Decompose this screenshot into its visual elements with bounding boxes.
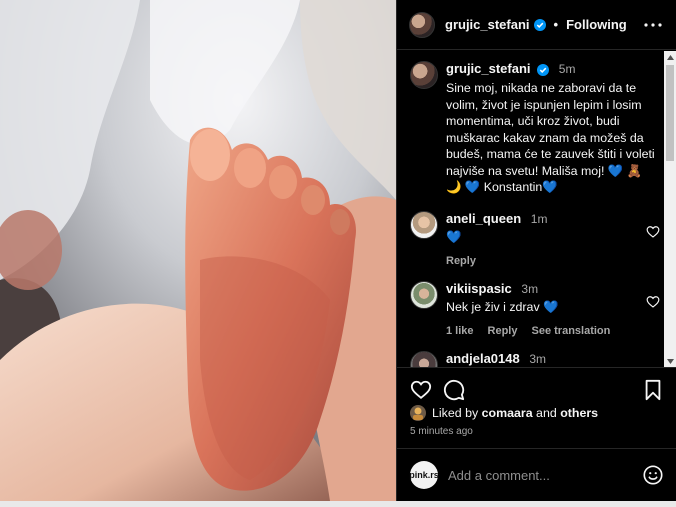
post-header: grujic_stefani • Following bbox=[397, 0, 676, 50]
scroll-down-arrow-icon[interactable] bbox=[664, 355, 676, 367]
post-side-panel: grujic_stefani • Following grujic_stefan… bbox=[396, 0, 676, 501]
liked-by-prefix: Liked by bbox=[432, 406, 479, 420]
emoji-icon[interactable] bbox=[642, 464, 664, 486]
verified-badge-icon bbox=[537, 63, 550, 76]
comment-text: Nek je živ i zdrav 💙 bbox=[446, 300, 559, 314]
comment-item: vikiispasic 3m Nek je živ i zdrav 💙 1 li… bbox=[410, 281, 660, 337]
header-separator: • bbox=[553, 17, 559, 32]
comment-time[interactable]: 3m bbox=[521, 282, 538, 296]
add-comment-input[interactable] bbox=[448, 467, 628, 483]
comment-text: 💙 bbox=[446, 230, 462, 244]
liked-by-user[interactable]: comaara bbox=[482, 406, 533, 420]
comment-like-heart-icon[interactable] bbox=[646, 225, 660, 239]
author-username[interactable]: grujic_stefani bbox=[445, 17, 530, 32]
comments-list[interactable]: grujic_stefani 5m Sine moj, nikada ne za… bbox=[397, 51, 665, 367]
verified-badge-icon bbox=[533, 18, 546, 31]
caption-text: Sine moj, nikada ne zaboravi da te volim… bbox=[446, 81, 659, 194]
author-avatar[interactable] bbox=[409, 11, 435, 38]
comment-reply-link[interactable]: Reply bbox=[488, 325, 518, 337]
following-button[interactable]: Following bbox=[566, 17, 627, 32]
caption-time[interactable]: 5m bbox=[559, 62, 576, 76]
author-info: grujic_stefani • Following bbox=[445, 17, 627, 32]
comment-username[interactable]: vikiispasic bbox=[446, 281, 512, 296]
comment-username[interactable]: andjela0148 bbox=[446, 351, 520, 366]
comment-time[interactable]: 3m bbox=[529, 352, 546, 366]
comment-item: aneli_queen 1m 💙 Reply bbox=[410, 211, 660, 267]
comment-bubble-icon[interactable] bbox=[443, 379, 465, 401]
current-user-avatar: pink.rs bbox=[409, 461, 439, 489]
baby-foot-photo bbox=[0, 0, 396, 501]
liked-by-joiner: and bbox=[536, 406, 557, 420]
post-media-image[interactable] bbox=[0, 0, 396, 501]
bookmark-icon[interactable] bbox=[642, 379, 664, 401]
commenter-avatar[interactable] bbox=[410, 351, 438, 367]
scrollbar-thumb[interactable] bbox=[666, 65, 674, 161]
post-modal: grujic_stefani • Following grujic_stefan… bbox=[0, 0, 676, 501]
comment-time[interactable]: 1m bbox=[531, 212, 548, 226]
scroll-up-arrow-icon[interactable] bbox=[664, 51, 676, 63]
liked-by-avatar[interactable] bbox=[410, 405, 426, 421]
comment-reply-link[interactable]: Reply bbox=[446, 255, 476, 267]
comment-like-heart-icon[interactable] bbox=[646, 295, 660, 309]
heart-icon[interactable] bbox=[410, 379, 432, 401]
see-translation-link[interactable]: See translation bbox=[532, 325, 611, 337]
commenter-avatar[interactable] bbox=[410, 211, 438, 239]
post-caption: grujic_stefani 5m Sine moj, nikada ne za… bbox=[410, 61, 660, 196]
post-timestamp[interactable]: 5 minutes ago bbox=[410, 426, 473, 437]
caption-username[interactable]: grujic_stefani bbox=[446, 61, 531, 76]
commenter-avatar[interactable] bbox=[410, 281, 438, 309]
comment-likes-count[interactable]: 1 like bbox=[446, 325, 474, 337]
window-bottom-edge bbox=[0, 501, 676, 507]
more-options-icon bbox=[644, 22, 662, 27]
likes-summary: Liked by comaara and others bbox=[410, 405, 598, 421]
add-comment-bar: pink.rs bbox=[397, 448, 676, 501]
comment-item: andjela0148 3m bbox=[410, 351, 660, 367]
caption-author-avatar[interactable] bbox=[410, 61, 438, 89]
comments-scrollbar[interactable] bbox=[664, 51, 676, 367]
liked-by-others[interactable]: others bbox=[560, 406, 598, 420]
more-options-button[interactable] bbox=[641, 13, 665, 37]
comment-username[interactable]: aneli_queen bbox=[446, 211, 521, 226]
